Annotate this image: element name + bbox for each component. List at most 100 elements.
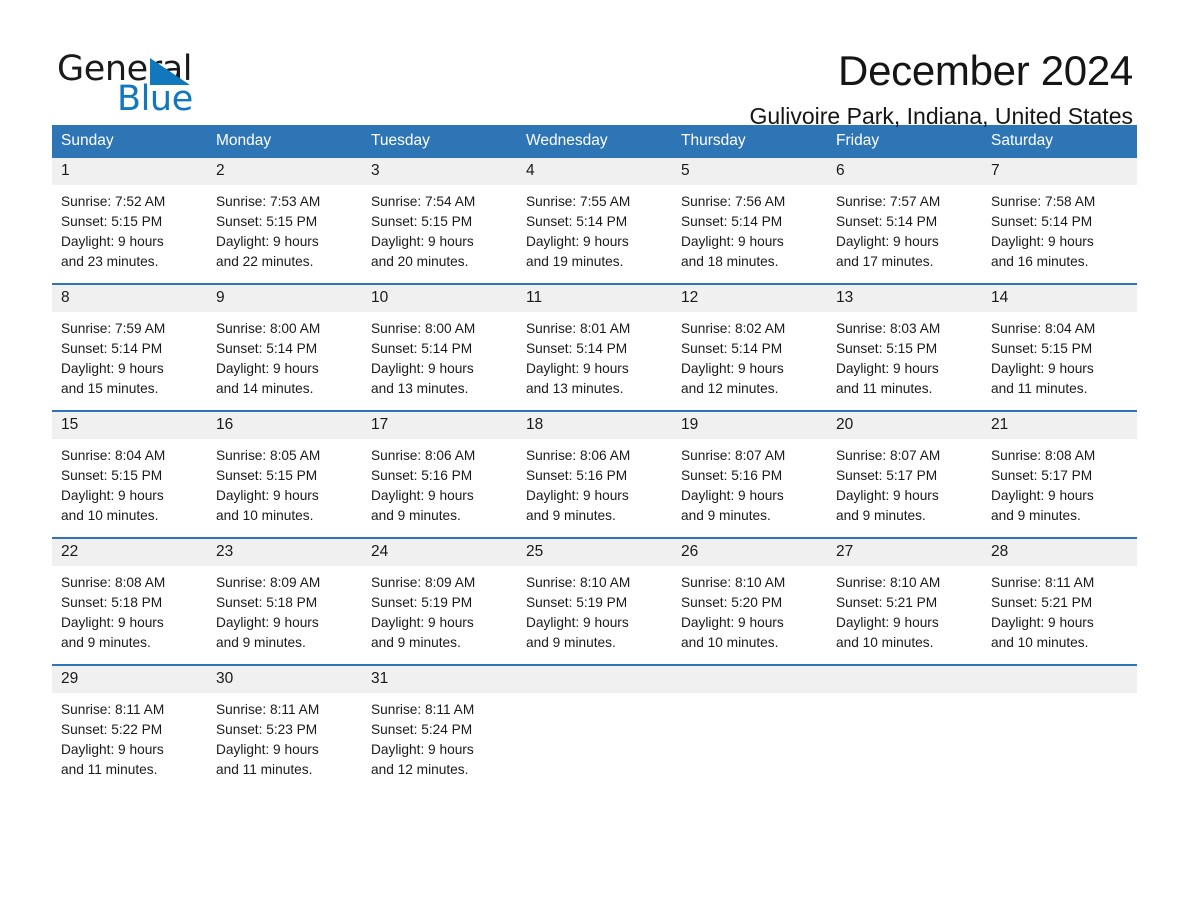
sunset-time: Sunset: 5:15 PM [61,467,163,483]
title-block: December 2024 Gulivoire Park, Indiana, U… [749,48,1133,130]
generalblue-logo[interactable]: General Blue [57,48,277,120]
day-cell[interactable]: 28 Sunrise: 8:11 AM Sunset: 5:21 PM Dayligh… [982,536,1137,665]
day-cell[interactable]: 3 Sunrise: 7:54 AM Sunset: 5:15 PM Daylight… [362,157,517,284]
day-cell[interactable]: 26 Sunrise: 8:10 AM Sunset: 5:20 PM Dayligh… [672,536,827,665]
sunrise-time: Sunrise: 8:07 AM [836,447,941,463]
daylight-line-1: Daylight: 9 hours [836,360,939,376]
daylight-line-2: and 11 minutes. [836,380,933,396]
day-cell[interactable]: 7 Sunrise: 7:58 AM Sunset: 5:14 PM Daylight… [982,157,1137,284]
day-cell[interactable]: 30 Sunrise: 8:11 AM Sunset: 5:23 PM Dayligh… [207,663,362,789]
daylight-line-1: Daylight: 9 hours [216,614,319,630]
sunrise-time: Sunrise: 8:10 AM [836,574,941,590]
day-cell[interactable]: 27 Sunrise: 8:10 AM Sunset: 5:21 PM Dayligh… [827,536,982,665]
day-cell[interactable]: 24 Sunrise: 8:09 AM Sunset: 5:19 PM Dayligh… [362,536,517,665]
day-cell[interactable]: 16 Sunrise: 8:05 AM Sunset: 5:15 PM Dayligh… [207,409,362,538]
day-cell[interactable]: 17 Sunrise: 8:06 AM Sunset: 5:16 PM Dayligh… [362,409,517,538]
day-cell[interactable]: 19 Sunrise: 8:07 AM Sunset: 5:16 PM Dayligh… [672,409,827,538]
day-details: Sunrise: 7:52 AM Sunset: 5:15 PM Daylight:… [52,185,207,283]
sunrise-time: Sunrise: 8:00 AM [371,320,476,336]
sunset-time: Sunset: 5:22 PM [61,721,163,737]
sunset-time: Sunset: 5:14 PM [991,213,1093,229]
day-cell[interactable]: 22 Sunrise: 8:08 AM Sunset: 5:18 PM Dayligh… [52,536,207,665]
day-number: 6 [827,157,982,185]
weekday-header-monday: Monday [207,125,362,158]
sunset-time: Sunset: 5:15 PM [216,467,318,483]
daylight-line-1: Daylight: 9 hours [991,360,1094,376]
day-cell[interactable]: 23 Sunrise: 8:09 AM Sunset: 5:18 PM Dayligh… [207,536,362,665]
sunset-time: Sunset: 5:24 PM [371,721,473,737]
sunset-time: Sunset: 5:16 PM [681,467,783,483]
day-cell[interactable]: 21 Sunrise: 8:08 AM Sunset: 5:17 PM Dayligh… [982,409,1137,538]
day-cell[interactable]: 29 Sunrise: 8:11 AM Sunset: 5:22 PM Dayligh… [52,663,207,789]
day-cell[interactable]: 4 Sunrise: 7:55 AM Sunset: 5:14 PM Daylight… [517,157,672,284]
sunset-time: Sunset: 5:14 PM [681,213,783,229]
day-number: 17 [362,411,517,439]
day-details: Sunrise: 8:11 AM Sunset: 5:23 PM Daylight:… [207,693,362,789]
sunset-time: Sunset: 5:23 PM [216,721,318,737]
sunset-time: Sunset: 5:19 PM [371,594,473,610]
day-number: 12 [672,284,827,312]
sunrise-time: Sunrise: 7:52 AM [61,193,166,209]
day-cell[interactable]: 9 Sunrise: 8:00 AM Sunset: 5:14 PM Daylight… [207,282,362,411]
day-details: Sunrise: 8:04 AM Sunset: 5:15 PM Daylight:… [982,312,1137,410]
daylight-line-2: and 13 minutes. [371,380,469,396]
sunset-time: Sunset: 5:15 PM [991,340,1093,356]
calendar-week-row: 15 Sunrise: 8:04 AM Sunset: 5:15 PM Dayligh… [52,409,1137,538]
daylight-line-2: and 9 minutes. [526,507,616,523]
sunset-time: Sunset: 5:14 PM [371,340,473,356]
daylight-line-2: and 10 minutes. [681,634,779,650]
daylight-line-2: and 12 minutes. [371,761,469,777]
sunrise-time: Sunrise: 8:11 AM [216,701,320,717]
daylight-line-1: Daylight: 9 hours [836,487,939,503]
sunrise-time: Sunrise: 7:57 AM [836,193,941,209]
sunset-time: Sunset: 5:15 PM [371,213,473,229]
daylight-line-2: and 14 minutes. [216,380,314,396]
day-cell[interactable]: 6 Sunrise: 7:57 AM Sunset: 5:14 PM Daylight… [827,157,982,284]
page-title: December 2024 [838,47,1133,94]
day-cell[interactable]: 20 Sunrise: 8:07 AM Sunset: 5:17 PM Dayligh… [827,409,982,538]
day-cell[interactable]: 11 Sunrise: 8:01 AM Sunset: 5:14 PM Dayligh… [517,282,672,411]
daylight-line-2: and 9 minutes. [526,634,616,650]
sunrise-time: Sunrise: 8:01 AM [526,320,631,336]
sunset-time: Sunset: 5:18 PM [216,594,318,610]
calendar-week-row: 29 Sunrise: 8:11 AM Sunset: 5:22 PM Dayligh… [52,663,1137,789]
day-cell[interactable]: 8 Sunrise: 7:59 AM Sunset: 5:14 PM Daylight… [52,282,207,411]
day-details: Sunrise: 8:10 AM Sunset: 5:20 PM Daylight:… [672,566,827,664]
daylight-line-1: Daylight: 9 hours [371,487,474,503]
daylight-line-1: Daylight: 9 hours [991,233,1094,249]
day-cell-empty [517,663,672,789]
location-subtitle: Gulivoire Park, Indiana, United States [749,103,1133,130]
day-cell[interactable]: 1 Sunrise: 7:52 AM Sunset: 5:15 PM Daylight… [52,157,207,284]
daylight-line-1: Daylight: 9 hours [681,614,784,630]
sunset-time: Sunset: 5:16 PM [526,467,628,483]
day-details: Sunrise: 7:53 AM Sunset: 5:15 PM Daylight:… [207,185,362,283]
daylight-line-1: Daylight: 9 hours [991,614,1094,630]
day-cell-empty [827,663,982,789]
calendar-page: General Blue December 2024 Gulivoire Par… [0,0,1188,918]
day-details: Sunrise: 8:08 AM Sunset: 5:18 PM Daylight:… [52,566,207,664]
day-cell[interactable]: 18 Sunrise: 8:06 AM Sunset: 5:16 PM Dayligh… [517,409,672,538]
day-cell[interactable]: 2 Sunrise: 7:53 AM Sunset: 5:15 PM Daylight… [207,157,362,284]
day-details: Sunrise: 8:07 AM Sunset: 5:16 PM Daylight:… [672,439,827,537]
sunrise-time: Sunrise: 8:11 AM [371,701,475,717]
day-cell[interactable]: 12 Sunrise: 8:02 AM Sunset: 5:14 PM Dayligh… [672,282,827,411]
day-details: Sunrise: 8:10 AM Sunset: 5:21 PM Daylight:… [827,566,982,664]
day-number: 23 [207,538,362,566]
day-details: Sunrise: 8:11 AM Sunset: 5:21 PM Daylight:… [982,566,1137,664]
day-cell[interactable]: 14 Sunrise: 8:04 AM Sunset: 5:15 PM Dayligh… [982,282,1137,411]
day-details: Sunrise: 8:10 AM Sunset: 5:19 PM Daylight:… [517,566,672,664]
day-cell[interactable]: 15 Sunrise: 8:04 AM Sunset: 5:15 PM Dayligh… [52,409,207,538]
sunrise-time: Sunrise: 7:55 AM [526,193,631,209]
day-details: Sunrise: 7:54 AM Sunset: 5:15 PM Daylight:… [362,185,517,283]
day-number: 25 [517,538,672,566]
day-details: Sunrise: 8:00 AM Sunset: 5:14 PM Daylight:… [362,312,517,410]
day-cell[interactable]: 5 Sunrise: 7:56 AM Sunset: 5:14 PM Daylight… [672,157,827,284]
day-number: 24 [362,538,517,566]
sunrise-time: Sunrise: 7:53 AM [216,193,321,209]
day-cell[interactable]: 25 Sunrise: 8:10 AM Sunset: 5:19 PM Dayligh… [517,536,672,665]
day-cell[interactable]: 31 Sunrise: 8:11 AM Sunset: 5:24 PM Dayligh… [362,663,517,789]
day-cell[interactable]: 10 Sunrise: 8:00 AM Sunset: 5:14 PM Dayligh… [362,282,517,411]
day-number [982,665,1137,693]
day-cell[interactable]: 13 Sunrise: 8:03 AM Sunset: 5:15 PM Dayligh… [827,282,982,411]
sunrise-time: Sunrise: 8:03 AM [836,320,941,336]
